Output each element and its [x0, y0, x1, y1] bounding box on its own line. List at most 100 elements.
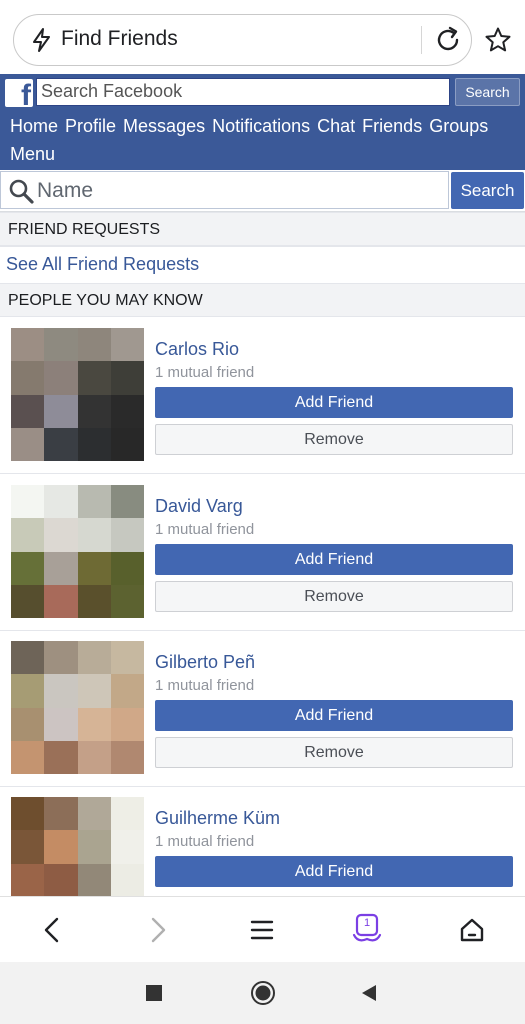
add-friend-button[interactable]: Add Friend [155, 700, 513, 731]
photo-pixel [44, 584, 78, 618]
photo-pixel [11, 584, 45, 618]
photo-pixel [44, 641, 78, 675]
photo-pixel [77, 863, 111, 897]
divider [0, 246, 525, 247]
photo-pixel [44, 740, 78, 774]
nav-home[interactable]: Home [10, 112, 58, 140]
photo-pixel [77, 797, 111, 831]
photo-pixel [110, 740, 144, 774]
nav-chat[interactable]: Chat [317, 112, 355, 140]
person-card: David Varg 1 mutual friend Add Friend Re… [0, 475, 525, 631]
photo-pixel [11, 641, 45, 675]
recents-icon[interactable] [141, 980, 167, 1006]
photo-pixel [110, 518, 144, 552]
person-card: Guilherme Küm 1 mutual friend Add Friend [0, 787, 525, 930]
photo-pixel [11, 427, 45, 461]
photo-pixel [110, 361, 144, 395]
nav-menu[interactable]: Menu [10, 140, 55, 168]
profile-photo[interactable] [11, 485, 144, 618]
mutual-friends[interactable]: 1 mutual friend [155, 677, 254, 694]
photo-pixel [77, 584, 111, 618]
photo-pixel [77, 485, 111, 519]
forward-icon[interactable] [142, 915, 172, 945]
mutual-friends[interactable]: 1 mutual friend [155, 521, 254, 538]
people-you-may-know-header: PEOPLE YOU MAY KNOW [0, 283, 525, 317]
facebook-logo-letter: f [21, 79, 31, 112]
person-name[interactable]: Guilherme Küm [155, 808, 280, 829]
photo-pixel [77, 641, 111, 675]
home-icon[interactable] [457, 915, 487, 945]
photo-pixel [110, 427, 144, 461]
add-friend-button[interactable]: Add Friend [155, 387, 513, 418]
back-icon[interactable] [38, 915, 68, 945]
nav-notifications[interactable]: Notifications [212, 112, 310, 140]
nav-groups[interactable]: Groups [429, 112, 488, 140]
photo-pixel [110, 328, 144, 362]
name-search-placeholder: Name [37, 179, 94, 202]
tabs-button[interactable]: 1 [352, 913, 382, 945]
profile-photo[interactable] [11, 641, 144, 774]
nav-messages[interactable]: Messages [123, 112, 205, 140]
add-friend-button[interactable]: Add Friend [155, 856, 513, 887]
android-nav-bar [0, 962, 525, 1024]
photo-pixel [77, 518, 111, 552]
facebook-header: f Search Facebook Search Home Profile Mess… [0, 74, 525, 170]
facebook-nav: Home Profile Messages Notifications Chat Frie… [10, 112, 515, 168]
menu-icon[interactable] [247, 915, 277, 945]
name-search-input[interactable]: Name [0, 171, 449, 209]
facebook-search-button[interactable]: Search [455, 78, 520, 106]
person-name[interactable]: Carlos Rio [155, 339, 239, 360]
photo-pixel [11, 328, 45, 362]
person-name[interactable]: David Varg [155, 496, 243, 517]
photo-pixel [11, 518, 45, 552]
back-triangle-icon[interactable] [356, 980, 382, 1006]
photo-pixel [77, 707, 111, 741]
person-name[interactable]: Gilberto Peñ [155, 652, 255, 673]
photo-pixel [11, 830, 45, 864]
name-search-button[interactable]: Search [451, 172, 524, 209]
facebook-logo[interactable]: f [5, 79, 33, 111]
photo-pixel [77, 427, 111, 461]
add-friend-button[interactable]: Add Friend [155, 544, 513, 575]
photo-pixel [77, 674, 111, 708]
star-icon[interactable] [484, 26, 512, 54]
remove-button[interactable]: Remove [155, 737, 513, 768]
nav-friends[interactable]: Friends [362, 112, 422, 140]
see-all-friend-requests-link[interactable]: See All Friend Requests [6, 254, 199, 275]
address-bar[interactable]: Find Friends [13, 14, 472, 66]
photo-pixel [110, 551, 144, 585]
photo-pixel [44, 427, 78, 461]
reload-icon[interactable] [433, 25, 463, 55]
mutual-friends[interactable]: 1 mutual friend [155, 833, 254, 850]
address-bar-text: Find Friends [61, 27, 178, 50]
photo-pixel [11, 740, 45, 774]
home-circle-icon[interactable] [250, 980, 276, 1006]
browser-toolbar: Find Friends [0, 0, 525, 74]
photo-pixel [110, 830, 144, 864]
photo-pixel [77, 551, 111, 585]
nav-profile[interactable]: Profile [65, 112, 116, 140]
bolt-icon [33, 28, 50, 52]
mutual-friends[interactable]: 1 mutual friend [155, 364, 254, 381]
photo-pixel [44, 328, 78, 362]
browser-bottom-nav: 1 [0, 896, 525, 962]
photo-pixel [110, 863, 144, 897]
photo-pixel [11, 551, 45, 585]
person-card: Gilberto Peñ 1 mutual friend Add Friend … [0, 631, 525, 787]
find-friends-search: Name Search [0, 170, 525, 212]
facebook-search-input[interactable]: Search Facebook [36, 78, 450, 106]
photo-pixel [77, 361, 111, 395]
photo-pixel [11, 863, 45, 897]
person-card: Carlos Rio 1 mutual friend Add Friend Re… [0, 318, 525, 474]
profile-photo[interactable] [11, 328, 144, 461]
search-icon [9, 179, 34, 204]
remove-button[interactable]: Remove [155, 424, 513, 455]
friend-requests-header: FRIEND REQUESTS [0, 212, 525, 246]
facebook-search-placeholder: Search Facebook [41, 81, 183, 101]
photo-pixel [11, 797, 45, 831]
photo-pixel [44, 518, 78, 552]
address-bar-divider [421, 26, 422, 54]
remove-button[interactable]: Remove [155, 581, 513, 612]
photo-pixel [110, 707, 144, 741]
photo-pixel [77, 328, 111, 362]
